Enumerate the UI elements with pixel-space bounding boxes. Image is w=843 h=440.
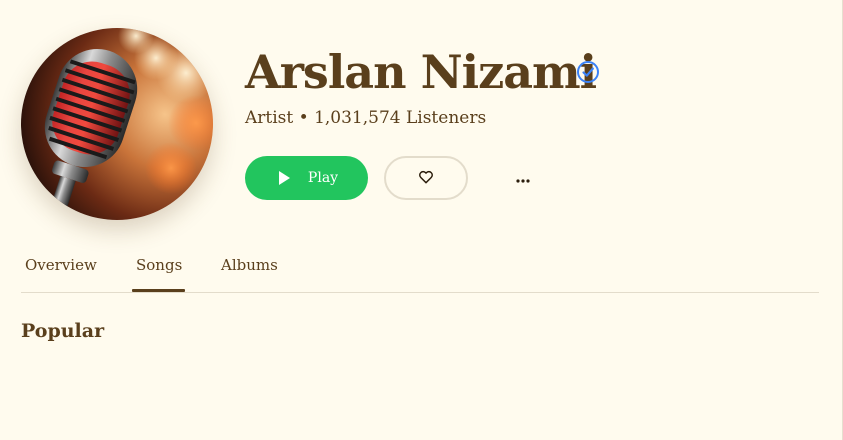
active-tab-indicator xyxy=(132,289,185,292)
like-button[interactable] xyxy=(384,156,468,200)
artist-page: Arslan Nizami Artist • 1,031,574 Listene… xyxy=(0,0,843,440)
artist-tabs: Overview Songs Albums xyxy=(21,244,819,293)
tab-albums[interactable]: Albums xyxy=(221,254,278,276)
play-icon xyxy=(278,171,290,185)
popular-section-title: Popular xyxy=(21,320,105,342)
heart-icon xyxy=(418,169,434,188)
more-horizontal-icon xyxy=(515,169,531,188)
play-button[interactable]: Play xyxy=(245,156,368,200)
microphone-photo xyxy=(21,28,213,220)
tab-overview[interactable]: Overview xyxy=(25,254,97,276)
artist-name: Arslan Nizami xyxy=(245,45,597,99)
artist-listeners: Artist • 1,031,574 Listeners xyxy=(245,108,487,128)
play-label: Play xyxy=(307,170,339,186)
artist-avatar xyxy=(21,28,213,220)
more-options-button[interactable] xyxy=(503,164,543,192)
verified-badge-icon xyxy=(576,60,600,84)
tab-songs[interactable]: Songs xyxy=(136,254,182,276)
